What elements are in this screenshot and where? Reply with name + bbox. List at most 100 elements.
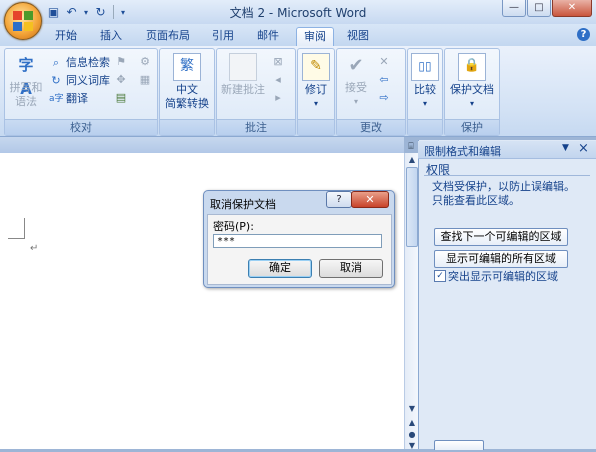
tab-view[interactable]: 视图 (340, 27, 376, 46)
office-button[interactable] (4, 2, 42, 40)
protect-dropdown-icon: ▾ (469, 99, 474, 108)
ruler-area (0, 137, 404, 153)
highlight-regions-label: 突出显示可编辑的区域 (448, 270, 558, 283)
scroll-up-icon[interactable]: ▲ (406, 154, 418, 166)
tab-references[interactable]: 引用 (205, 27, 241, 46)
scrollbar-thumb[interactable] (406, 167, 418, 247)
accept-icon: ✔ (348, 55, 364, 76)
restore-button[interactable]: □ (527, 0, 551, 17)
group-chinese-conversion: 繁 中文 简繁转换 (159, 48, 215, 136)
tab-insert[interactable]: 插入 (92, 27, 130, 46)
group-protect: 🔒 保护文档 ▾ 保护 (444, 48, 500, 136)
group-chinese-label (160, 119, 214, 135)
group-tracking-label (298, 119, 334, 135)
show-all-regions-button[interactable]: 显示可编辑的所有区域 (434, 250, 568, 268)
tab-review[interactable]: 审阅 (296, 27, 334, 47)
chinese-label-line2: 简繁转换 (165, 97, 209, 110)
close-button[interactable]: ✕ (552, 0, 592, 17)
tab-home[interactable]: 开始 (47, 27, 85, 46)
dialog-title: 取消保护文档 (210, 198, 276, 211)
thesaurus-label: 同义词库 (66, 74, 110, 87)
chinese-conversion-button[interactable]: 繁 中文 简繁转换 (162, 53, 212, 111)
previous-comment-icon[interactable]: ◂ (271, 73, 285, 87)
pane-title: 限制格式和编辑 (424, 145, 501, 158)
language-icon[interactable]: ▤ (114, 91, 128, 105)
next-change-icon[interactable]: ⇨ (377, 91, 391, 105)
accept-label: 接受 (345, 81, 367, 94)
new-comment-icon (229, 53, 257, 81)
previous-change-icon[interactable]: ⇦ (377, 73, 391, 87)
password-input[interactable]: *** (213, 234, 382, 248)
group-comments-label: 批注 (217, 119, 295, 135)
research-icon: ⌕ (52, 55, 60, 69)
track-changes-label: 修订 (305, 83, 327, 96)
tab-mailings[interactable]: 邮件 (250, 27, 286, 46)
translate-label: 翻译 (66, 92, 88, 105)
tab-page-layout[interactable]: 页面布局 (139, 27, 197, 46)
word-count-icon[interactable]: ⚙ (138, 55, 152, 69)
paragraph-mark: ↵ (30, 243, 39, 254)
thesaurus-icon: ↻ (51, 73, 61, 87)
spelling-grammar-label: 拼写和 语法 (9, 81, 43, 108)
ok-button[interactable]: 确定 (248, 259, 312, 278)
new-comment-button[interactable]: 新建批注 (219, 53, 267, 97)
ribbon-tabs: 开始 插入 页面布局 引用 邮件 审阅 视图 ? (0, 24, 596, 47)
window-controls: — □ ✕ (502, 0, 592, 17)
find-next-region-button[interactable]: 查找下一个可编辑的区域 (434, 228, 568, 246)
chinese-label-line1: 中文 (176, 83, 198, 96)
reject-icon[interactable]: ✕ (377, 55, 391, 69)
accept-button[interactable]: ✔ 接受 ▾ (339, 53, 373, 109)
track-changes-icon: ✎ (302, 53, 330, 81)
protection-description: 只能查看此区域。 (432, 194, 520, 207)
chinese-conversion-icon: 繁 (173, 53, 201, 81)
compare-button[interactable]: ▯▯ 比较 ▾ (410, 53, 440, 111)
thesaurus-button[interactable]: ↻ 同义词库 (49, 72, 110, 89)
next-comment-icon[interactable]: ▸ (271, 91, 285, 105)
compare-icon: ▯▯ (411, 53, 439, 81)
help-icon[interactable]: ? (577, 28, 590, 41)
view-ruler-icon[interactable]: ⌸ (404, 142, 418, 153)
scroll-down-icon[interactable]: ▼ (406, 403, 418, 415)
margin-corner-mark (8, 238, 25, 239)
group-compare-label (408, 119, 442, 135)
group-changes-label: 更改 (337, 119, 405, 135)
compare-dropdown-icon: ▾ (422, 99, 427, 108)
translate-button[interactable]: a字 翻译 (49, 90, 88, 107)
group-comments: 新建批注 ⊠ ◂ ▸ 批注 (216, 48, 296, 136)
password-label: 密码(P): (213, 220, 254, 233)
pane-menu-icon[interactable]: ▼ (562, 143, 569, 153)
pane-close-icon[interactable]: × (578, 141, 589, 156)
group-tracking: ✎ 修订 ▾ (297, 48, 335, 136)
group-proofing-label: 校对 (5, 119, 157, 135)
translation-tooltip-icon[interactable]: ✥ (114, 73, 128, 87)
group-proofing: 字A 拼写和 语法 ⌕ 信息检索 ↻ 同义词库 a字 翻译 ⚑ ⚙ ✥ ▦ ▤ … (4, 48, 158, 136)
protect-document-icon: 🔒 (458, 53, 486, 81)
margin-corner-mark (24, 218, 25, 238)
spelling-grammar-button[interactable]: 字A 拼写和 语法 (9, 53, 43, 109)
dialog-help-button[interactable]: ? (326, 191, 352, 208)
previous-page-icon[interactable]: ▲ (406, 417, 418, 429)
group-compare: ▯▯ 比较 ▾ (407, 48, 443, 136)
research-label: 信息检索 (66, 56, 110, 69)
highlight-regions-checkbox[interactable]: ✓ (434, 270, 446, 282)
group-protect-label: 保护 (445, 119, 499, 135)
group-changes: ✔ 接受 ▾ ✕ ⇦ ⇨ 更改 (336, 48, 406, 136)
set-language-icon[interactable]: ⚑ (114, 55, 128, 69)
dialog-close-button[interactable]: ✕ (351, 191, 389, 208)
protect-document-label: 保护文档 (450, 83, 494, 96)
delete-comment-icon[interactable]: ⊠ (271, 55, 285, 69)
protect-document-button[interactable]: 🔒 保护文档 ▾ (447, 53, 497, 111)
accept-dropdown-icon: ▾ (353, 97, 358, 106)
track-changes-dropdown-icon: ▾ (313, 99, 318, 108)
compare-label: 比较 (414, 83, 436, 96)
next-page-icon[interactable]: ▼ (406, 440, 418, 452)
ribbon: 字A 拼写和 语法 ⌕ 信息检索 ↻ 同义词库 a字 翻译 ⚑ ⚙ ✥ ▦ ▤ … (0, 46, 596, 137)
word-count-grid-icon[interactable]: ▦ (138, 73, 152, 87)
minimize-button[interactable]: — (502, 0, 526, 17)
new-comment-label: 新建批注 (221, 83, 265, 96)
office-logo-icon (13, 11, 33, 31)
research-button[interactable]: ⌕ 信息检索 (49, 54, 110, 71)
spelling-icon: 字A (18, 56, 34, 98)
cancel-button[interactable]: 取消 (319, 259, 383, 278)
track-changes-button[interactable]: ✎ 修订 ▾ (300, 53, 332, 111)
